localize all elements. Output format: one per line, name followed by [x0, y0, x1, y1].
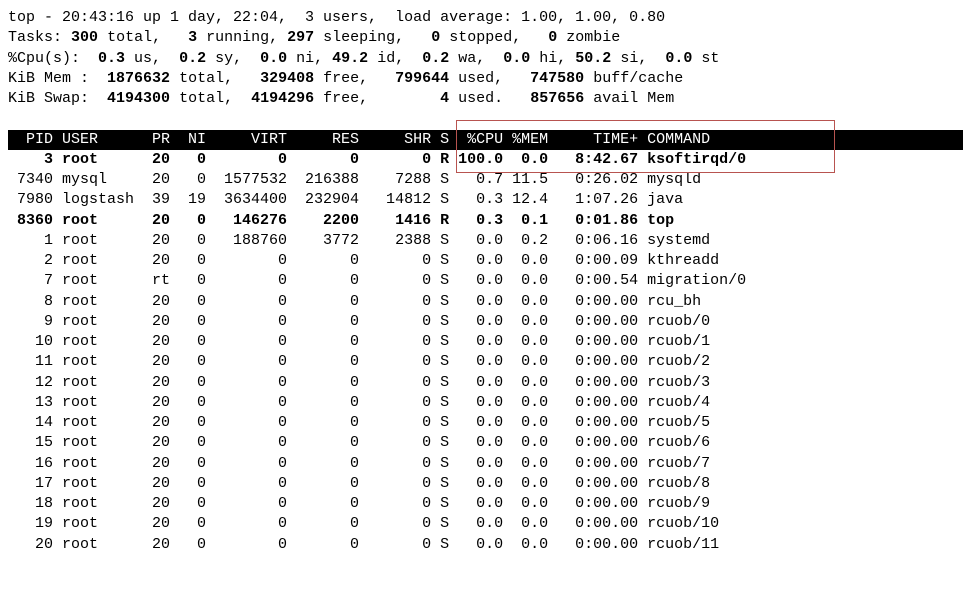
process-row: 14 root 20 0 0 0 0 S 0.0 0.0 0:00.00 rcu… — [8, 413, 963, 433]
process-row: 18 root 20 0 0 0 0 S 0.0 0.0 0:00.00 rcu… — [8, 494, 963, 514]
summary-line-2: Tasks: 300 total, 3 running, 297 sleepin… — [8, 28, 963, 48]
process-row: 17 root 20 0 0 0 0 S 0.0 0.0 0:00.00 rcu… — [8, 474, 963, 494]
process-row: 3 root 20 0 0 0 0 R 100.0 0.0 8:42.67 ks… — [8, 150, 963, 170]
process-row: 9 root 20 0 0 0 0 S 0.0 0.0 0:00.00 rcuo… — [8, 312, 963, 332]
process-row: 10 root 20 0 0 0 0 S 0.0 0.0 0:00.00 rcu… — [8, 332, 963, 352]
process-row: 7340 mysql 20 0 1577532 216388 7288 S 0.… — [8, 170, 963, 190]
summary-line-5: KiB Swap: 4194300 total, 4194296 free, 4… — [8, 89, 963, 109]
process-header[interactable]: PID USER PR NI VIRT RES SHR S %CPU %MEM … — [8, 130, 963, 150]
process-list: 3 root 20 0 0 0 0 R 100.0 0.0 8:42.67 ks… — [8, 150, 963, 555]
process-row: 7980 logstash 39 19 3634400 232904 14812… — [8, 190, 963, 210]
tasks-zombie: 0 — [548, 29, 557, 46]
process-row: 13 root 20 0 0 0 0 S 0.0 0.0 0:00.00 rcu… — [8, 393, 963, 413]
tasks-total: 300 — [71, 29, 98, 46]
process-row: 15 root 20 0 0 0 0 S 0.0 0.0 0:00.00 rcu… — [8, 433, 963, 453]
process-row: 1 root 20 0 188760 3772 2388 S 0.0 0.2 0… — [8, 231, 963, 251]
tasks-label: Tasks: — [8, 29, 62, 46]
process-row: 2 root 20 0 0 0 0 S 0.0 0.0 0:00.09 kthr… — [8, 251, 963, 271]
process-row: 12 root 20 0 0 0 0 S 0.0 0.0 0:00.00 rcu… — [8, 373, 963, 393]
process-row: 16 root 20 0 0 0 0 S 0.0 0.0 0:00.00 rcu… — [8, 454, 963, 474]
process-row: 7 root rt 0 0 0 0 S 0.0 0.0 0:00.54 migr… — [8, 271, 963, 291]
summary-line-3: %Cpu(s): 0.3 us, 0.2 sy, 0.0 ni, 49.2 id… — [8, 49, 963, 69]
summary-line-1: top - 20:43:16 up 1 day, 22:04, 3 users,… — [8, 8, 963, 28]
process-row: 19 root 20 0 0 0 0 S 0.0 0.0 0:00.00 rcu… — [8, 514, 963, 534]
top-terminal: top - 20:43:16 up 1 day, 22:04, 3 users,… — [8, 8, 963, 555]
process-row: 8 root 20 0 0 0 0 S 0.0 0.0 0:00.00 rcu_… — [8, 292, 963, 312]
tasks-sleeping: 297 — [287, 29, 314, 46]
summary-line-4: KiB Mem : 1876632 total, 329408 free, 79… — [8, 69, 963, 89]
process-row: 20 root 20 0 0 0 0 S 0.0 0.0 0:00.00 rcu… — [8, 535, 963, 555]
tasks-running: 3 — [188, 29, 197, 46]
tasks-stopped: 0 — [431, 29, 440, 46]
process-row: 8360 root 20 0 146276 2200 1416 R 0.3 0.… — [8, 211, 963, 231]
blank-line — [8, 109, 963, 129]
process-row: 11 root 20 0 0 0 0 S 0.0 0.0 0:00.00 rcu… — [8, 352, 963, 372]
